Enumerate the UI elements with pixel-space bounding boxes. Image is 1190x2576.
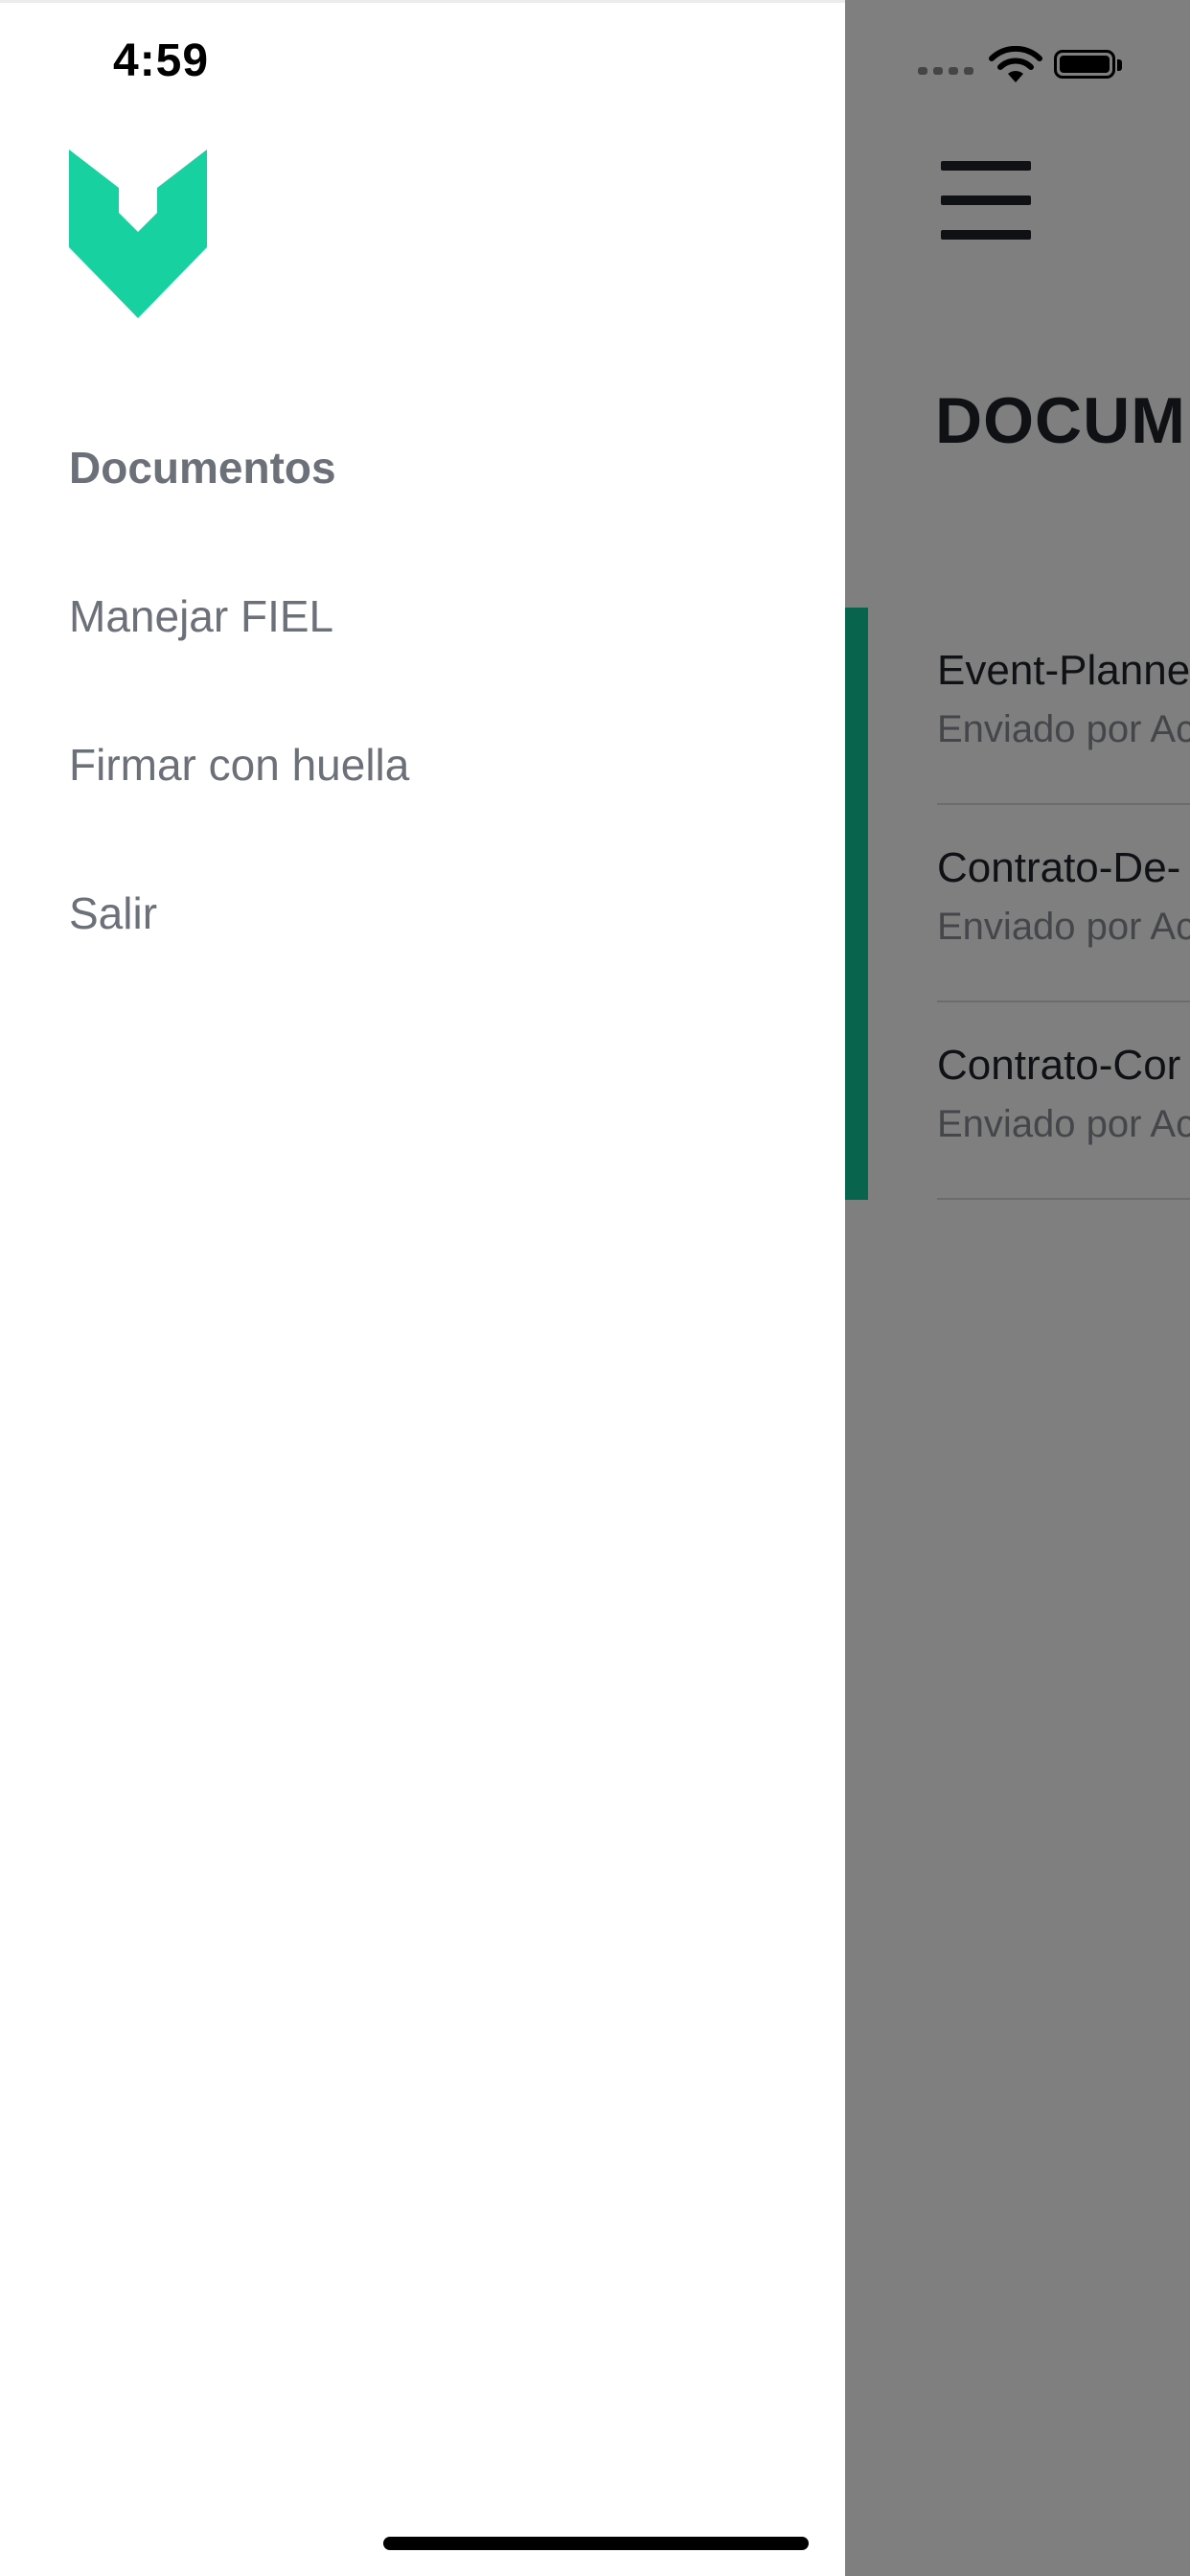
menu-item-manejar-fiel[interactable]: Manejar FIEL bbox=[69, 580, 409, 728]
menu-item-firmar-con-huella[interactable]: Firmar con huella bbox=[69, 728, 409, 877]
menu-item-documentos[interactable]: Documentos bbox=[69, 431, 409, 580]
brand-logo bbox=[69, 150, 207, 318]
drawer-menu: Documentos Manejar FIEL Firmar con huell… bbox=[69, 431, 409, 1025]
top-divider bbox=[0, 0, 845, 3]
home-indicator[interactable] bbox=[383, 2537, 809, 2550]
menu-item-salir[interactable]: Salir bbox=[69, 877, 409, 1025]
side-drawer: 4:59 Documentos Manejar FIEL Firmar con … bbox=[0, 0, 845, 2576]
status-time: 4:59 bbox=[113, 35, 210, 86]
